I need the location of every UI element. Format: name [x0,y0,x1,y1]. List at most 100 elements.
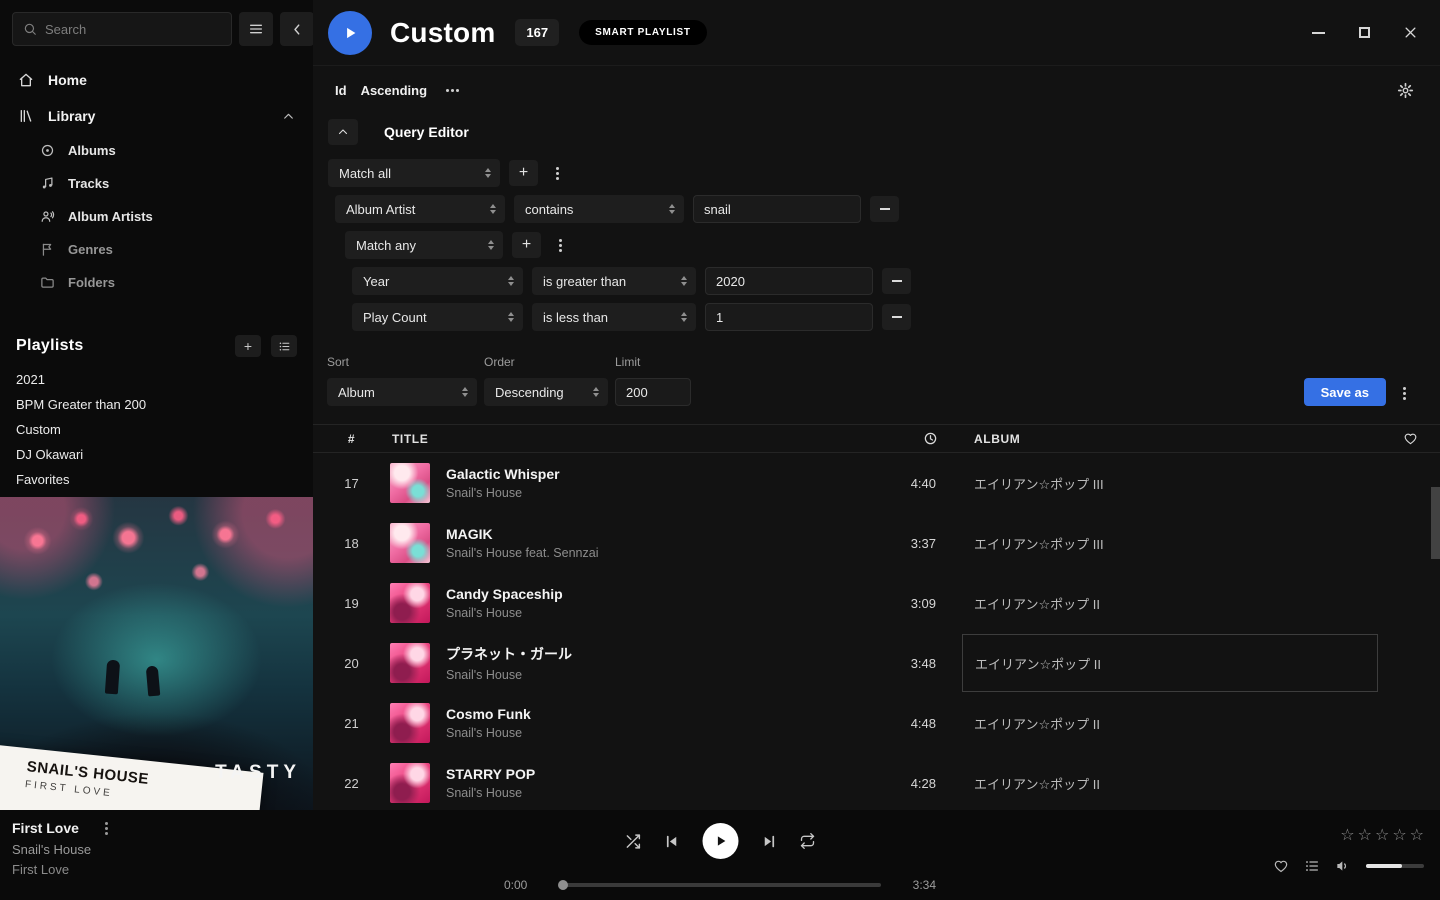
column-index-header[interactable]: # [313,432,390,446]
remove-rule-button[interactable] [882,268,911,294]
order-select[interactable]: Descending [484,378,608,406]
column-favorite-header[interactable] [1380,431,1440,446]
menu-button[interactable] [239,12,273,46]
table-row[interactable]: 20 プラネット・ガール Snail's House 3:48 エイリアン☆ポッ… [313,633,1440,693]
rule-field-select[interactable]: Play Count [352,303,523,331]
sidebar-item-library[interactable]: Library [0,98,313,134]
track-artist[interactable]: Snail's House [446,606,878,620]
repeat-button[interactable] [800,833,816,849]
now-playing-options-button[interactable] [97,820,117,836]
rule-value-input[interactable] [693,195,861,223]
track-album[interactable]: エイリアン☆ポップ II [968,714,1380,733]
playlist-item-dj-okawari[interactable]: DJ Okawari [0,442,313,467]
track-artist[interactable]: Snail's House [446,786,878,800]
track-artist[interactable]: Snail's House [446,726,878,740]
volume-slider[interactable] [1366,864,1424,868]
column-title-header[interactable]: TITLE [390,432,878,446]
track-album[interactable]: エイリアン☆ポップ II [968,594,1380,613]
group-add-rule-button[interactable]: + [512,232,541,258]
column-duration-header[interactable] [878,431,968,446]
track-title[interactable]: MAGIK [446,526,878,542]
sort-select[interactable]: Album [327,378,477,406]
table-row[interactable]: 18 MAGIK Snail's House feat. Sennzai 3:3… [313,513,1440,573]
track-album[interactable]: エイリアン☆ポップ III [968,474,1380,493]
settings-button[interactable] [1397,82,1414,99]
track-title[interactable]: Cosmo Funk [446,706,878,722]
rule-operator-select[interactable]: contains [514,195,684,223]
search-input[interactable] [45,22,221,37]
column-album-header[interactable]: ALBUM [968,432,1380,446]
query-editor-collapse-button[interactable] [328,119,358,145]
sidebar-item-tracks[interactable]: Tracks [0,167,313,200]
sidebar-item-home[interactable]: Home [0,62,313,98]
table-row[interactable]: 21 Cosmo Funk Snail's House 4:48 エイリアン☆ポ… [313,693,1440,753]
sidebar-item-genres[interactable]: Genres [0,233,313,266]
add-rule-button[interactable]: + [509,160,538,186]
sort-field-button[interactable]: Id [335,83,347,98]
now-playing-title[interactable]: First Love [12,820,79,836]
group-match-type-select[interactable]: Match any [345,231,503,259]
rule-value-input[interactable] [705,303,873,331]
add-playlist-button[interactable]: + [235,335,261,357]
rule-operator-select[interactable]: is less than [532,303,696,331]
rule-operator-select[interactable]: is greater than [532,267,696,295]
star-icon[interactable]: ☆ [1410,828,1424,844]
now-playing-artist[interactable]: Snail's House [12,842,117,857]
queue-button[interactable] [1304,858,1320,874]
shuffle-button[interactable] [625,833,642,850]
remove-rule-button[interactable] [870,196,899,222]
favorite-button[interactable] [1273,858,1289,874]
next-button[interactable] [761,833,778,850]
rule-field-select[interactable]: Album Artist [335,195,505,223]
remove-rule-button[interactable] [882,304,911,330]
playlist-item-favorites[interactable]: Favorites [0,467,313,492]
playlist-item-bpm[interactable]: BPM Greater than 200 [0,392,313,417]
table-row[interactable]: 17 Galactic Whisper Snail's House 4:40 エ… [313,453,1440,513]
volume-button[interactable] [1335,858,1351,874]
window-close-button[interactable] [1402,25,1418,41]
playlist-options-button[interactable] [271,335,297,357]
table-row[interactable]: 22 STARRY POP Snail's House 4:28 エイリアン☆ポ… [313,753,1440,810]
track-album-focused[interactable]: エイリアン☆ポップ II [962,634,1378,692]
star-icon[interactable]: ☆ [1358,828,1372,844]
window-minimize-button[interactable] [1310,25,1326,41]
window-maximize-button[interactable] [1356,25,1372,41]
track-title[interactable]: Candy Spaceship [446,586,878,602]
track-album[interactable]: エイリアン☆ポップ III [968,534,1380,553]
sidebar-item-album-artists[interactable]: Album Artists [0,200,313,233]
rule-value-input[interactable] [705,267,873,295]
seek-thumb[interactable] [558,880,568,890]
now-playing-artwork[interactable]: TASTY SNAIL'S HOUSE FIRST LOVE [0,497,313,810]
playlist-item-custom[interactable]: Custom [0,417,313,442]
table-row[interactable]: 19 Candy Spaceship Snail's House 3:09 エイ… [313,573,1440,633]
track-album[interactable]: エイリアン☆ポップ II [968,774,1380,793]
group-options-button[interactable] [550,232,570,258]
track-artist[interactable]: Snail's House feat. Sennzai [446,546,878,560]
star-icon[interactable]: ☆ [1340,828,1354,844]
track-artist[interactable]: Snail's House [446,486,878,500]
match-type-select[interactable]: Match all [328,159,500,187]
star-icon[interactable]: ☆ [1392,828,1406,844]
star-icon[interactable]: ☆ [1375,828,1389,844]
search-box[interactable] [12,12,232,46]
track-title[interactable]: プラネット・ガール [446,644,878,664]
limit-input[interactable] [615,378,691,406]
playlist-item-2021[interactable]: 2021 [0,367,313,392]
save-as-button[interactable]: Save as [1304,378,1386,406]
track-title[interactable]: Galactic Whisper [446,466,878,482]
now-playing-album[interactable]: First Love [12,862,117,877]
sort-direction-button[interactable]: Ascending [361,83,427,98]
save-options-button[interactable] [1394,380,1414,406]
sidebar-item-albums[interactable]: Albums [0,134,313,167]
seek-slider[interactable] [559,883,881,887]
sidebar-item-folders[interactable]: Folders [0,266,313,299]
play-button[interactable] [703,823,739,859]
more-options-button[interactable] [451,89,454,92]
track-title[interactable]: STARRY POP [446,766,878,782]
track-artist[interactable]: Snail's House [446,668,878,682]
rule-field-select[interactable]: Year [352,267,523,295]
rule-group-options-button[interactable] [547,160,567,186]
scrollbar[interactable] [1431,487,1440,559]
nav-back-button[interactable] [280,12,313,46]
playlist-play-button[interactable] [328,11,372,55]
